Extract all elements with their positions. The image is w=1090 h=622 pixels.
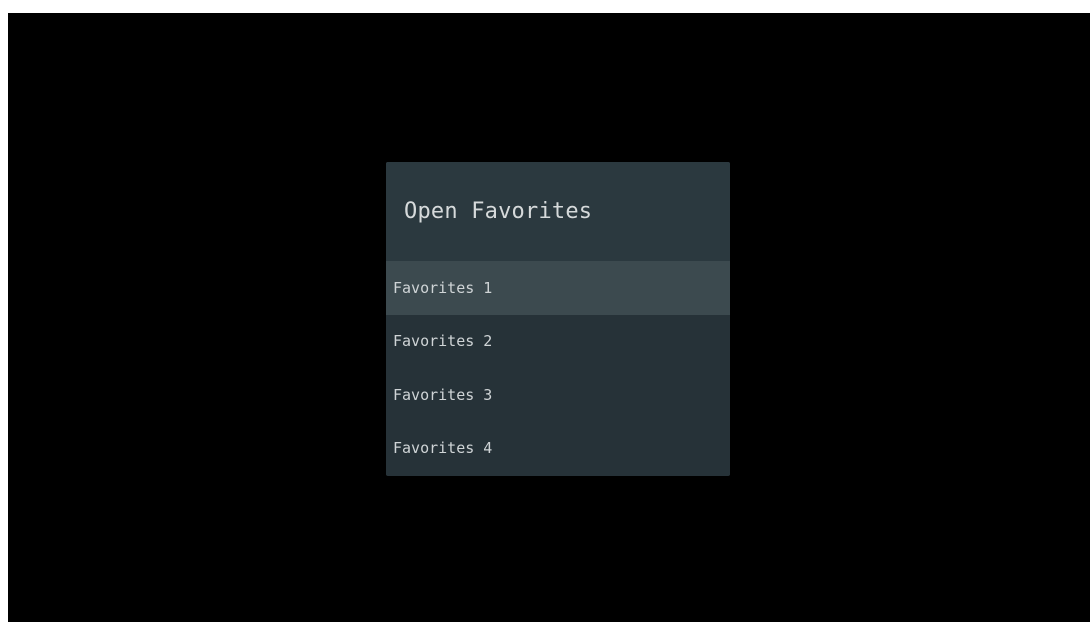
list-item-label: Favorites 2 <box>393 332 493 351</box>
screen-background: Open Favorites Favorites 1 Favorites 2 F… <box>8 13 1090 622</box>
dialog-title: Open Favorites <box>404 199 593 224</box>
open-favorites-dialog: Open Favorites Favorites 1 Favorites 2 F… <box>386 162 730 476</box>
list-item-favorites-2[interactable]: Favorites 2 <box>386 314 730 368</box>
list-item-favorites-3[interactable]: Favorites 3 <box>386 368 730 422</box>
list-item-label: Favorites 3 <box>393 385 493 404</box>
list-item-favorites-1[interactable]: Favorites 1 <box>386 261 730 315</box>
list-item-favorites-4[interactable]: Favorites 4 <box>386 421 730 475</box>
dialog-header: Open Favorites <box>386 162 730 261</box>
favorites-list: Favorites 1 Favorites 2 Favorites 3 Favo… <box>386 261 730 475</box>
list-item-label: Favorites 1 <box>393 278 493 297</box>
list-item-label: Favorites 4 <box>393 439 493 458</box>
